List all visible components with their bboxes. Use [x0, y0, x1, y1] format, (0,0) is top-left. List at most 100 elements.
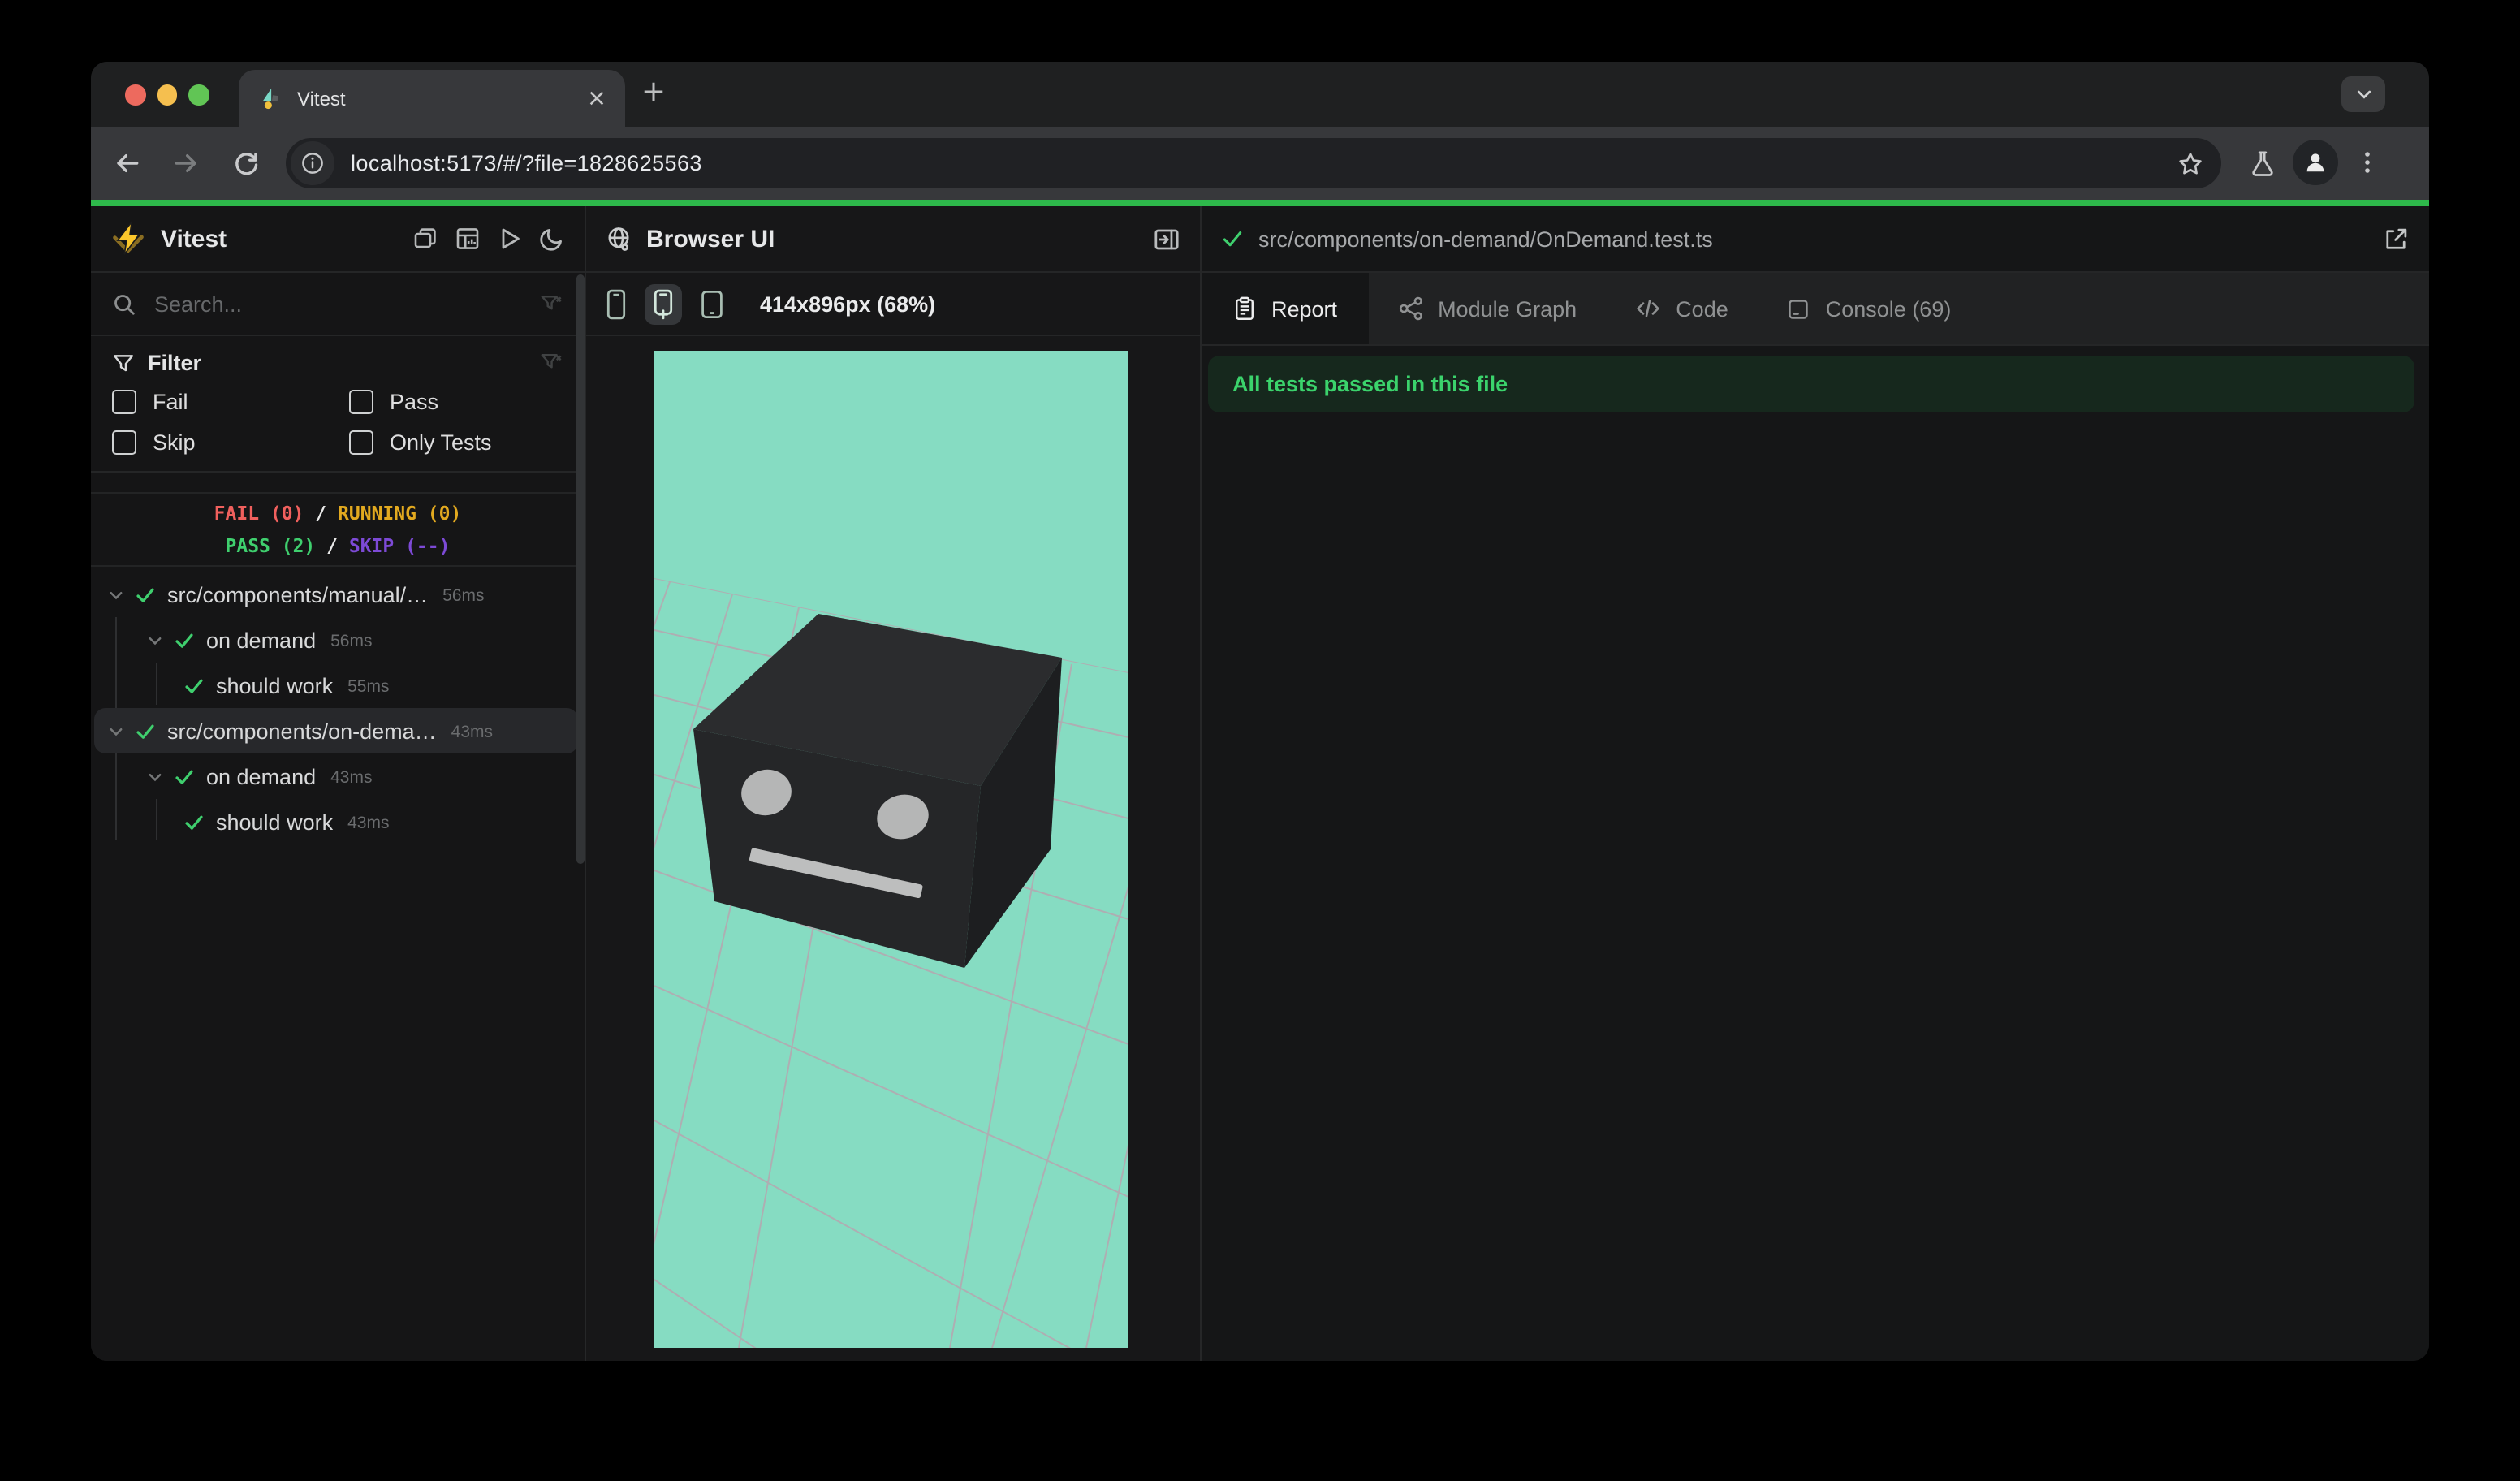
filter-option-pass[interactable]: Pass: [349, 390, 563, 414]
summary-line-1: FAIL (0) / RUNNING (0): [214, 502, 462, 525]
zoom-window-button[interactable]: [188, 84, 209, 105]
favicon-vitest-icon: [258, 86, 283, 110]
duration-badge: 56ms: [330, 632, 373, 651]
tree-row-file-manual[interactable]: src/components/manual/… 56ms: [91, 572, 585, 617]
experiments-flask-icon[interactable]: [2249, 149, 2276, 177]
search-input[interactable]: [151, 290, 524, 317]
test-iframe-viewport[interactable]: [654, 351, 1128, 1348]
filter-icon: [112, 352, 135, 374]
tree-row-suite[interactable]: on demand 56ms: [91, 617, 585, 663]
bookmark-star-icon[interactable]: [2177, 150, 2203, 176]
report-header: src/components/on-demand/OnDemand.test.t…: [1202, 206, 2429, 273]
all-tests-passed-banner: All tests passed in this file: [1208, 356, 2414, 412]
test-explorer-sidebar: Vitest Search... Filter Fail Pass Skip O…: [91, 206, 586, 1361]
checkbox-only-tests[interactable]: [349, 430, 373, 455]
run-all-icon[interactable]: [497, 226, 523, 252]
test-progress-bar: [91, 200, 2429, 206]
browser-preview-panel: Browser UI 414x896px (68%): [586, 206, 1202, 1361]
device-phone-plus-icon[interactable]: [645, 283, 682, 324]
test-file-path: src/components/on-demand/OnDemand.test.t…: [1258, 227, 1713, 251]
tree-row-test[interactable]: should work 43ms: [91, 799, 585, 844]
pass-check-icon: [183, 675, 205, 696]
chevron-down-icon[interactable]: [146, 631, 164, 649]
tab-module-graph[interactable]: Module Graph: [1368, 273, 1606, 344]
filter-panel: Filter Fail Pass Skip Only Tests: [91, 336, 585, 473]
duration-badge: 43ms: [451, 723, 494, 742]
browser-window: Vitest localhost:5173/#/?file=1828625563…: [91, 62, 2429, 1361]
tab-code[interactable]: Code: [1606, 273, 1758, 344]
filter-option-fail[interactable]: Fail: [112, 390, 349, 414]
sidebar-title: Vitest: [161, 225, 227, 253]
globe-icon: [606, 226, 632, 252]
device-tablet-icon[interactable]: [700, 288, 724, 319]
close-window-button[interactable]: [125, 84, 145, 105]
clear-filters-icon[interactable]: [539, 351, 563, 375]
tab-report[interactable]: Report: [1202, 273, 1369, 344]
filter-option-only-tests[interactable]: Only Tests: [349, 430, 563, 455]
pass-check-icon: [135, 584, 156, 605]
chevron-down-icon[interactable]: [146, 767, 164, 785]
tab-console[interactable]: Console (69): [1758, 273, 1981, 344]
tree-row-suite[interactable]: on demand 43ms: [91, 753, 585, 799]
duration-badge: 56ms: [442, 586, 485, 606]
new-tab-button[interactable]: [641, 80, 666, 104]
browser-toolbar: localhost:5173/#/?file=1828625563: [91, 127, 2429, 200]
pass-check-icon: [135, 720, 156, 741]
tree-row-file-on-demand[interactable]: src/components/on-dema… 43ms: [94, 708, 578, 753]
viewport-size-label[interactable]: 414x896px (68%): [760, 291, 935, 316]
chevron-down-icon[interactable]: [107, 722, 125, 740]
device-phone-small-icon[interactable]: [606, 288, 627, 319]
sidebar-header: Vitest: [91, 206, 585, 273]
pass-check-icon: [174, 629, 195, 650]
preview-header: Browser UI: [586, 206, 1200, 273]
sidebar-header-actions: [412, 226, 565, 252]
back-icon[interactable]: [114, 149, 141, 177]
duration-badge: 43ms: [330, 768, 373, 788]
tab-close-icon[interactable]: [588, 89, 606, 107]
tree-row-test[interactable]: should work 55ms: [91, 663, 585, 708]
code-icon: [1635, 296, 1661, 322]
profile-avatar[interactable]: [2293, 140, 2338, 185]
tab-vitest[interactable]: Vitest: [239, 70, 625, 127]
filter-option-skip[interactable]: Skip: [112, 430, 349, 455]
module-graph-icon: [1397, 296, 1423, 322]
open-panel-right-icon[interactable]: [1153, 225, 1180, 253]
checkbox-pass[interactable]: [349, 390, 373, 414]
collapse-windows-icon[interactable]: [412, 226, 438, 252]
tab-title: Vitest: [297, 87, 346, 110]
minimize-window-button[interactable]: [157, 84, 177, 105]
forward-icon[interactable]: [172, 149, 200, 177]
preview-stage: [586, 336, 1200, 1359]
dark-mode-moon-icon[interactable]: [539, 226, 565, 252]
duration-badge: 55ms: [347, 677, 390, 697]
tab-strip: Vitest: [91, 62, 2429, 127]
vitest-ui-page: Vitest Search... Filter Fail Pass Skip O…: [91, 206, 2429, 1361]
pass-check-icon: [183, 811, 205, 832]
duration-badge: 43ms: [347, 814, 390, 833]
tab-search-chevron-button[interactable]: [2341, 76, 2385, 112]
sidebar-scrollbar[interactable]: [576, 274, 585, 864]
screen: Vitest localhost:5173/#/?file=1828625563…: [0, 0, 2520, 1481]
report-tab-bar: Report Module Graph Code Console (69): [1202, 273, 2429, 346]
search-icon: [112, 291, 136, 316]
preview-title: Browser UI: [646, 225, 775, 253]
pass-check-icon: [174, 766, 195, 787]
chevron-down-icon[interactable]: [107, 585, 125, 603]
url-text: localhost:5173/#/?file=1828625563: [351, 151, 702, 175]
banner-text: All tests passed in this file: [1232, 372, 1508, 396]
checkbox-skip[interactable]: [112, 430, 136, 455]
report-panel: src/components/on-demand/OnDemand.test.t…: [1202, 206, 2429, 1361]
reload-icon[interactable]: [232, 149, 260, 177]
test-summary: FAIL (0) / RUNNING (0) PASS (2) / SKIP (…: [91, 492, 585, 567]
checkbox-fail[interactable]: [112, 390, 136, 414]
external-link-icon[interactable]: [2382, 225, 2410, 253]
report-clipboard-icon: [1232, 296, 1257, 322]
vitest-logo-icon: [110, 221, 146, 257]
file-pass-check-icon: [1221, 227, 1244, 250]
site-info-icon[interactable]: [291, 141, 334, 185]
url-bar[interactable]: localhost:5173/#/?file=1828625563: [286, 138, 2221, 188]
menu-dots-icon[interactable]: [2354, 149, 2380, 175]
dashboard-icon[interactable]: [455, 226, 481, 252]
search-bar: [91, 273, 585, 336]
clear-search-filter-icon[interactable]: [539, 291, 563, 316]
